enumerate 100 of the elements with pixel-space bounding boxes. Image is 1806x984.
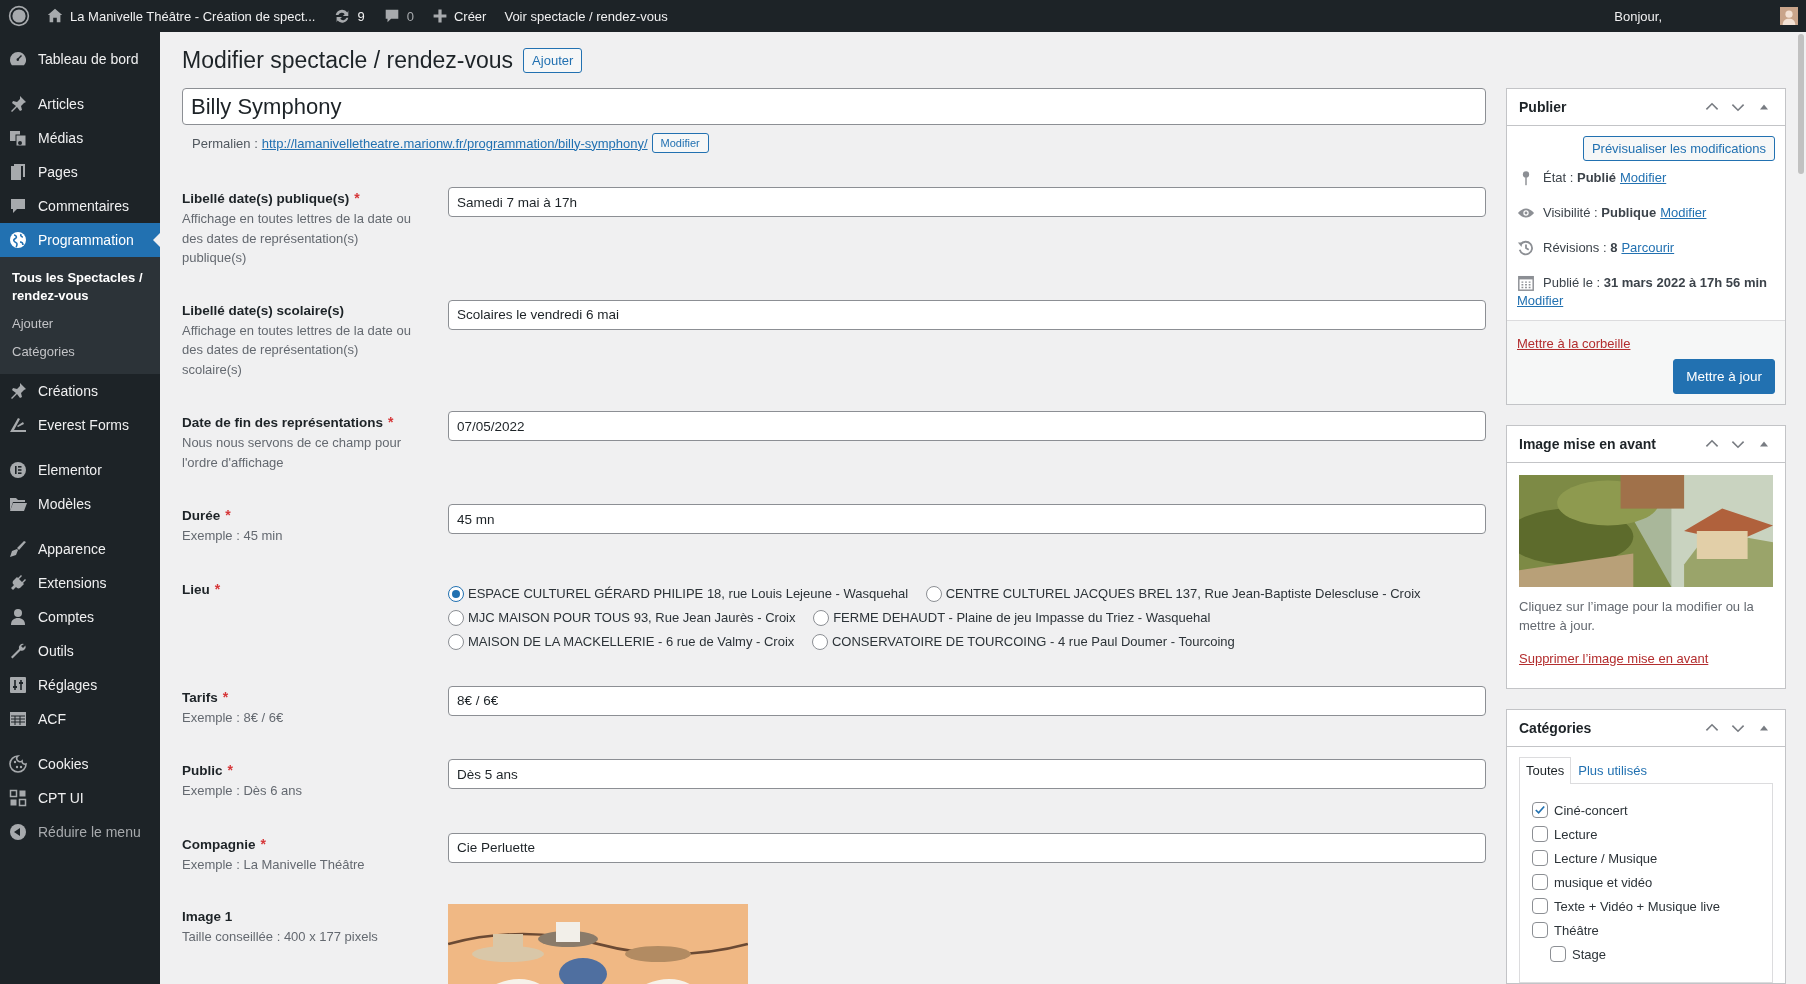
category-label: Théâtre	[1554, 922, 1599, 938]
menu-item[interactable]: Outils	[0, 634, 160, 668]
preview-button[interactable]: Prévisualiser les modifications	[1582, 136, 1775, 161]
scrollbar-thumb[interactable]	[1798, 34, 1804, 174]
updates-count[interactable]: 9	[357, 8, 365, 24]
tab[interactable]: Plus utilisés	[1571, 757, 1654, 783]
home-icon[interactable]	[46, 7, 64, 25]
permalink-link[interactable]: http://lamanivelletheatre.marionw.fr/programmation/billy-symphony/	[261, 135, 648, 151]
field-label: Lieu	[182, 580, 210, 599]
field-description: Exemple : Dès 6 ans	[182, 782, 303, 800]
page-title: Modifier spectacle / rendez-vous	[182, 46, 514, 75]
submenu-item[interactable]: Ajouter	[0, 310, 160, 338]
menu-item[interactable]: Extensions	[0, 566, 160, 600]
field-description: Nous nous servons de ce champ pour l'ordre d'affichage	[182, 434, 402, 472]
site-name-link[interactable]: La Manivelle Théâtre - Création de spect...	[70, 8, 316, 24]
checkbox[interactable]	[1550, 946, 1566, 962]
meta-text: État : Publié	[1543, 169, 1616, 187]
submenu-item[interactable]: Tous les Spectacles / rendez-vous	[0, 264, 160, 310]
field-description: Exemple : 45 min	[182, 527, 284, 545]
checkbox[interactable]	[1532, 802, 1548, 818]
menu-item[interactable]: Apparence	[0, 532, 160, 566]
trash-link[interactable]: Mettre à la corbeille	[1517, 336, 1631, 351]
radio-label: CENTRE CULTUREL JACQUES BREL 137, Rue Jean-Baptiste Delescluse - Croix	[945, 584, 1421, 603]
menu-item[interactable]: Everest Forms	[0, 408, 160, 442]
required-mark: *	[260, 834, 266, 854]
edit-link[interactable]: Modifier	[1620, 169, 1667, 187]
field-description: Exemple : 8€ / 6€	[182, 708, 285, 727]
required-mark: *	[222, 687, 229, 707]
comments-count[interactable]: 0	[406, 8, 414, 24]
field-label: Compagnie	[182, 835, 256, 854]
text-field[interactable]: Samedi 7 mai à 17h	[448, 187, 1486, 217]
sliders-icon	[8, 675, 28, 695]
menu-item[interactable]: Pages	[0, 155, 160, 189]
menu-item[interactable]: Modèles	[0, 487, 160, 521]
edit-link[interactable]: Modifier	[1660, 204, 1707, 222]
radio-button[interactable]	[925, 585, 942, 602]
text-field[interactable]: Cie Perluette	[448, 832, 1486, 863]
required-mark: *	[227, 761, 233, 780]
media-icon	[8, 128, 28, 148]
radio-button[interactable]	[811, 633, 828, 650]
text-field[interactable]: Scolaires le vendredi 6 mai	[448, 299, 1486, 330]
new-link[interactable]: Créer	[453, 8, 487, 24]
title-field[interactable]: Billy Symphony	[182, 88, 1486, 125]
submenu-item[interactable]: Catégories	[0, 338, 160, 366]
grid-icon	[8, 788, 28, 808]
text-field[interactable]: 45 mn	[448, 504, 1486, 534]
radio-button[interactable]	[813, 609, 830, 626]
radio-label: MJC MAISON POUR TOUS 93, Rue Jean Jaurès - Croix	[468, 608, 796, 627]
menu-item[interactable]: Cookies	[0, 747, 160, 781]
panel-title: Publier	[1519, 99, 1568, 115]
collapse-menu-button[interactable]: Réduire le menu	[0, 815, 160, 849]
meta-text: Publié le : 31 mars 2022 à 17h 56 min	[1543, 274, 1768, 292]
edit-link[interactable]: Modifier	[1517, 292, 1564, 310]
text-field[interactable]: Dès 5 ans	[448, 759, 1486, 789]
category-label: Lecture / Musique	[1554, 850, 1658, 866]
greeting-text[interactable]: Bonjour,	[1614, 8, 1662, 24]
text-field[interactable]: 8€ / 6€	[448, 685, 1486, 716]
menu-item[interactable]: Réglages	[0, 668, 160, 702]
checkbox[interactable]	[1532, 850, 1548, 866]
radio-button[interactable]	[448, 633, 464, 650]
view-link[interactable]: Voir spectacle / rendez-vous	[504, 8, 668, 24]
category-label: Ciné-concert	[1554, 802, 1628, 818]
circle-logo-icon[interactable]	[8, 5, 30, 27]
menu-item[interactable]: Programmation	[0, 223, 160, 257]
checkbox[interactable]	[1532, 922, 1548, 938]
add-button[interactable]: Ajouter	[523, 47, 583, 73]
plus-icon[interactable]	[431, 8, 448, 24]
remove-image-link[interactable]: Supprimer l’image mise en avant	[1519, 651, 1709, 666]
radio-button[interactable]	[448, 585, 464, 602]
collapse-icon	[8, 822, 28, 842]
checkbox[interactable]	[1532, 898, 1548, 914]
menu-item[interactable]: Comptes	[0, 600, 160, 634]
history-icon	[1517, 239, 1535, 257]
circle-lines-icon	[8, 460, 28, 480]
checkbox[interactable]	[1532, 874, 1548, 890]
globe-icon	[8, 230, 28, 250]
update-button[interactable]: Mettre à jour	[1673, 359, 1775, 394]
tab[interactable]: Toutes	[1519, 757, 1572, 784]
meta-text: Révisions : 8	[1543, 239, 1618, 257]
field-description: Affichage en toutes lettres de la date ou des dates de représentation(s) publique(s)	[182, 210, 412, 267]
text-field[interactable]: 07/05/2022	[448, 411, 1486, 441]
menu-item[interactable]: Tableau de bord	[0, 42, 160, 76]
cookie-icon	[8, 754, 28, 774]
menu-item[interactable]: Elementor	[0, 453, 160, 487]
menu-item[interactable]: Articles	[0, 87, 160, 121]
table-icon	[8, 709, 28, 729]
menu-item[interactable]: ACF	[0, 702, 160, 736]
checkbox[interactable]	[1532, 826, 1548, 842]
menu-item[interactable]: Créations	[0, 374, 160, 408]
panel-title: Catégories	[1519, 720, 1593, 736]
radio-button[interactable]	[448, 609, 464, 626]
menu-item[interactable]: Médias	[0, 121, 160, 155]
field-label: Libellé date(s) publique(s)	[182, 190, 350, 208]
edit-link[interactable]: Parcourir	[1621, 239, 1675, 257]
meta-text: Visibilité : Publique	[1543, 204, 1657, 222]
avatar-icon[interactable]	[1780, 7, 1798, 25]
panel-title: Image mise en avant	[1519, 436, 1657, 452]
edit-permalink-button[interactable]: Modifier	[651, 133, 709, 153]
menu-item[interactable]: Commentaires	[0, 189, 160, 223]
menu-item[interactable]: CPT UI	[0, 781, 160, 815]
